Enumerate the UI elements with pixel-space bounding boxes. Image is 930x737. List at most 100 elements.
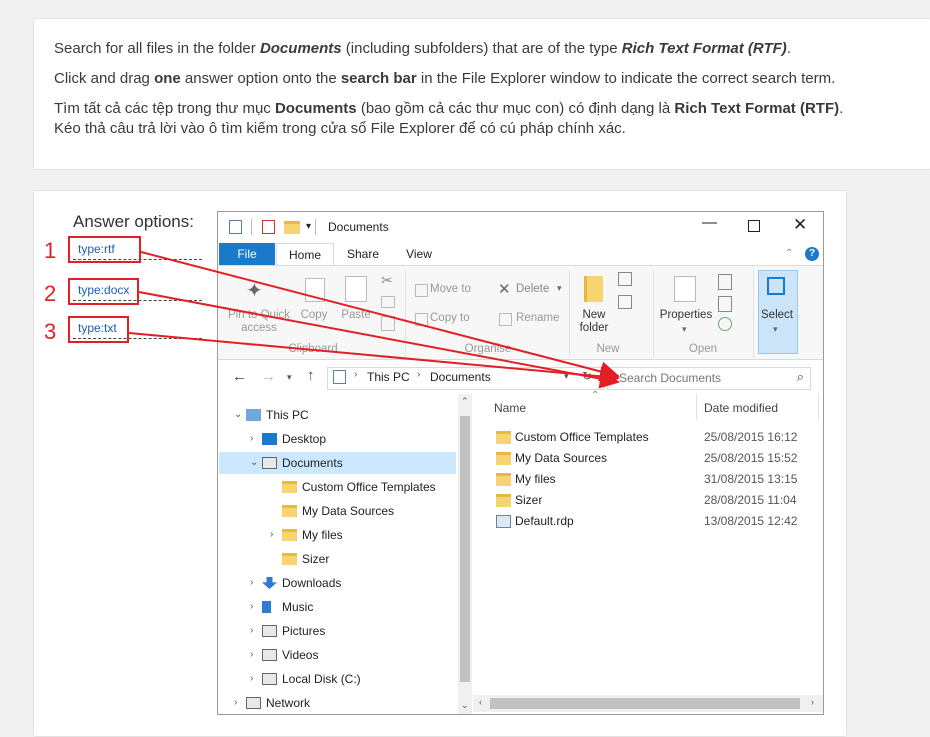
tree-item-downloads[interactable]: Downloads: [282, 572, 341, 594]
copy-to-button[interactable]: Copy to: [430, 312, 470, 324]
tree-item-this-pc[interactable]: This PC: [266, 404, 309, 426]
tree-expand-icon[interactable]: ⌄: [234, 409, 242, 420]
tab-share[interactable]: Share: [335, 243, 391, 265]
refresh-icon[interactable]: ↻: [582, 369, 592, 383]
tree-item-my-files[interactable]: My files: [302, 524, 343, 546]
edit-icon[interactable]: [718, 296, 732, 312]
tree-expand-icon[interactable]: ›: [270, 529, 273, 540]
tree-expand-icon[interactable]: ›: [234, 697, 237, 708]
tree-expand-icon[interactable]: ›: [250, 601, 253, 612]
tree-expand-icon[interactable]: ›: [250, 577, 253, 588]
pin-label-2[interactable]: access: [224, 322, 294, 334]
open-icon[interactable]: [718, 274, 732, 290]
tree-item-custom-office-templates[interactable]: Custom Office Templates: [302, 476, 436, 498]
tree-expand-icon[interactable]: ›: [250, 649, 253, 660]
minimize-button[interactable]: —: [702, 214, 717, 231]
paste-button[interactable]: Paste: [336, 309, 376, 321]
new-folder-button[interactable]: New: [574, 309, 614, 321]
tree-expand-icon[interactable]: ›: [250, 433, 253, 444]
tree-scroll-down-icon[interactable]: ⌄: [461, 700, 469, 711]
breadcrumb-this-pc[interactable]: This PC: [367, 370, 410, 384]
file-explorer-window: ▾ Documents — ✕ File Home Share View ⌃ ?…: [217, 211, 824, 715]
recent-dropdown-icon[interactable]: ▾: [287, 372, 292, 383]
file-row[interactable]: Default.rdp 13/08/2015 12:42: [515, 511, 815, 532]
tree-expand-icon[interactable]: ›: [250, 673, 253, 684]
tree-music-icon: [262, 601, 271, 613]
tree-expand-icon[interactable]: ›: [250, 625, 253, 636]
tree-item-local-disk-c[interactable]: Local Disk (C:): [282, 668, 361, 690]
tree-item-music[interactable]: Music: [282, 596, 313, 618]
new-item-icon[interactable]: [618, 272, 632, 286]
tree-expand-icon[interactable]: ⌄: [250, 457, 258, 468]
ribbon-collapse-icon[interactable]: ⌃: [785, 248, 793, 259]
move-to-button[interactable]: Move to: [430, 283, 471, 295]
file-name: My files: [515, 472, 556, 486]
delete-dropdown-icon[interactable]: ▾: [557, 283, 562, 294]
copy-path-icon[interactable]: [381, 296, 395, 308]
properties-button[interactable]: Properties: [656, 309, 716, 321]
help-icon[interactable]: ?: [805, 247, 819, 261]
history-icon[interactable]: [718, 317, 732, 331]
tree-scrollbar-thumb[interactable]: [460, 416, 470, 682]
hscrollbar-thumb[interactable]: [490, 698, 800, 709]
titlebar-separator: [315, 219, 316, 235]
forward-button[interactable]: →: [261, 368, 276, 385]
column-date-modified[interactable]: Date modified: [704, 401, 778, 415]
annotation-box-1: [68, 236, 141, 263]
tree-item-pictures[interactable]: Pictures: [282, 620, 325, 642]
instruction-line-3: Tìm tất cả các tệp trong thư mục Documen…: [54, 100, 844, 117]
easy-access-icon[interactable]: [618, 295, 632, 309]
copy-button[interactable]: Copy: [296, 309, 332, 321]
maximize-button[interactable]: [748, 220, 760, 232]
cut-icon[interactable]: ✂: [381, 272, 393, 289]
folder-icon: [496, 473, 511, 486]
search-icon[interactable]: ⌕: [797, 369, 804, 385]
file-name: Custom Office Templates: [515, 430, 649, 444]
tree-scroll-up-icon[interactable]: ⌃: [461, 396, 469, 407]
tab-view[interactable]: View: [394, 243, 444, 265]
breadcrumb-documents[interactable]: Documents: [430, 370, 491, 384]
up-button[interactable]: ↑: [307, 367, 315, 384]
ribbon-separator: [569, 270, 570, 358]
file-row[interactable]: My Data Sources 25/08/2015 15:52: [515, 448, 815, 469]
tree-item-documents[interactable]: Documents: [282, 452, 343, 474]
group-new: New: [596, 343, 620, 355]
tab-home[interactable]: Home: [276, 243, 334, 266]
properties-dropdown-icon[interactable]: ▾: [682, 324, 687, 335]
address-dropdown-icon[interactable]: ▾: [564, 371, 569, 382]
file-row[interactable]: Sizer 28/08/2015 11:04: [515, 490, 815, 511]
new-folder-button-2[interactable]: folder: [574, 322, 614, 334]
delete-button[interactable]: Delete: [516, 283, 549, 295]
tree-item-desktop[interactable]: Desktop: [282, 428, 326, 450]
tree-item-network[interactable]: Network: [266, 692, 310, 714]
scroll-right-icon[interactable]: ›: [811, 697, 814, 707]
search-box[interactable]: Search Documents ⌕: [607, 367, 811, 390]
column-divider[interactable]: [818, 394, 819, 420]
column-divider[interactable]: [696, 394, 697, 420]
search-input[interactable]: Search Documents: [619, 371, 721, 385]
qat-dropdown-icon[interactable]: ▾: [306, 221, 311, 232]
back-button[interactable]: ←: [232, 368, 247, 385]
ribbon-separator: [653, 270, 654, 358]
file-row[interactable]: Custom Office Templates 25/08/2015 16:12: [515, 427, 815, 448]
properties-icon: [674, 276, 696, 302]
pin-label[interactable]: Pin to Quick: [224, 309, 294, 321]
tree-item-videos[interactable]: Videos: [282, 644, 318, 666]
answer-number-3: 3: [44, 319, 57, 344]
tree-item-sizer[interactable]: Sizer: [302, 548, 329, 570]
tree-scrollbar[interactable]: ⌃ ⌄: [458, 394, 472, 714]
rename-button[interactable]: Rename: [516, 312, 559, 324]
scroll-left-icon[interactable]: ‹: [479, 697, 482, 707]
file-name: My Data Sources: [515, 451, 608, 465]
properties-qat-icon[interactable]: [262, 220, 275, 234]
new-folder-qat-icon[interactable]: [284, 221, 300, 234]
file-list-hscrollbar[interactable]: ‹ ›: [473, 695, 823, 712]
column-name[interactable]: Name: [494, 401, 526, 415]
paste-shortcut-icon[interactable]: [381, 316, 395, 331]
tree-item-my-data-sources[interactable]: My Data Sources: [302, 500, 394, 522]
tab-file[interactable]: File: [219, 243, 275, 265]
folder-icon: [496, 494, 511, 507]
file-row[interactable]: My files 31/08/2015 13:15: [515, 469, 815, 490]
close-button[interactable]: ✕: [793, 215, 807, 235]
tree-my-data-sources-icon: [282, 505, 297, 517]
